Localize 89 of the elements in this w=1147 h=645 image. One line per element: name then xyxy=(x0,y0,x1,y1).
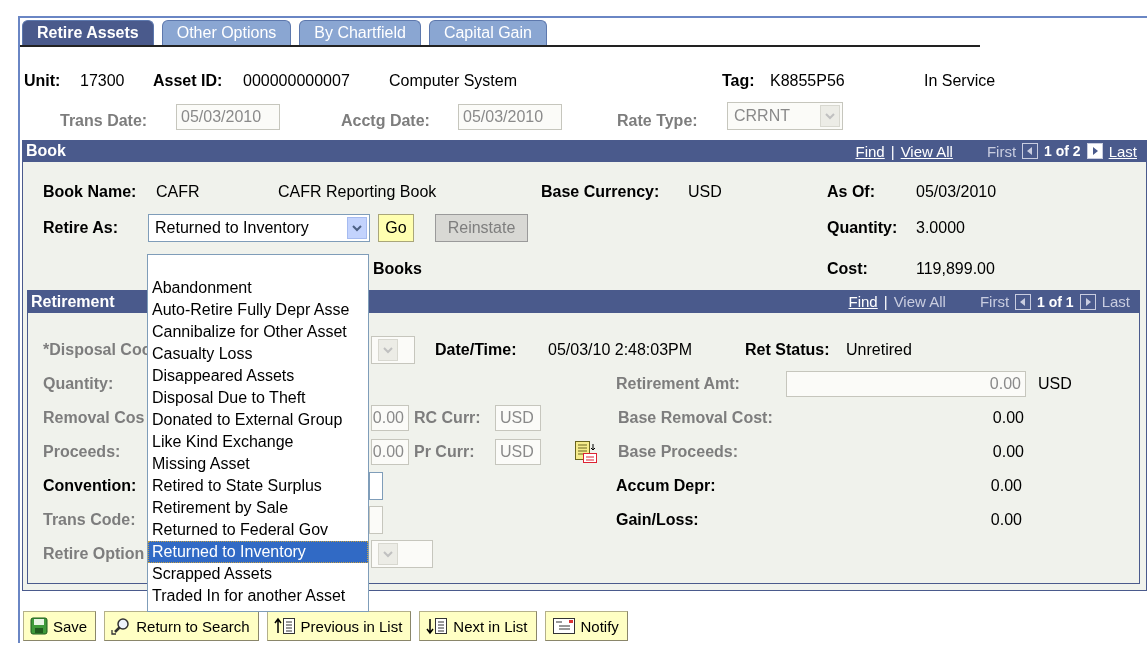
dropdown-option[interactable]: Casualty Loss xyxy=(148,343,368,365)
field-value: 05/03/10 2:48:03PM xyxy=(548,341,694,359)
field-label: Quantity: xyxy=(43,375,114,392)
document-icon[interactable] xyxy=(573,440,599,464)
field-value: 0.00 xyxy=(991,409,1025,427)
field-label: Retire Option xyxy=(43,545,145,562)
field-label: RC Curr: xyxy=(414,409,482,427)
dropdown-option[interactable]: Disposal Due to Theft xyxy=(148,387,368,409)
convention-select[interactable] xyxy=(369,472,383,500)
dropdown-option[interactable]: Retired to State Surplus xyxy=(148,475,368,497)
find-link[interactable]: Find xyxy=(848,293,878,310)
toolbar-button[interactable]: Previous in List xyxy=(266,611,412,641)
tab[interactable]: Retire Assets xyxy=(22,20,154,45)
retire-as-select[interactable]: Returned to Inventory xyxy=(148,214,370,242)
toolbar-button[interactable]: Notify xyxy=(544,611,628,641)
field-value: 119,899.00 xyxy=(916,260,996,278)
separator: | xyxy=(890,142,895,160)
dropdown-option[interactable]: Abandonment xyxy=(148,277,368,299)
page-count: 1 of 1 xyxy=(1037,293,1074,310)
note-icon xyxy=(551,617,576,635)
field-label: Trans Code: xyxy=(43,511,136,528)
field-label: Acctg Date: xyxy=(341,112,431,130)
field-label: Asset ID: xyxy=(153,72,224,90)
dropdown-option[interactable]: Traded In for another Asset xyxy=(148,585,368,607)
field-label: Base Removal Cost: xyxy=(618,409,774,427)
field-value: K8855P56 xyxy=(770,72,846,90)
field-label: Ret Status: xyxy=(745,341,831,359)
separator: | xyxy=(883,293,888,310)
view-all-link[interactable]: View All xyxy=(900,142,953,160)
field-value: Unretired xyxy=(846,341,913,359)
field-label: Convention: xyxy=(43,477,137,494)
field-label: Rate Type: xyxy=(617,112,699,130)
first-link[interactable]: First xyxy=(986,142,1017,160)
currency-code: USD xyxy=(1038,375,1073,393)
field-label: Retirement Amt: xyxy=(616,375,741,393)
field-value: USD xyxy=(688,183,723,201)
section-title: Book xyxy=(26,142,66,160)
book-description: CAFR Reporting Book xyxy=(278,183,438,201)
field-label: Gain/Loss: xyxy=(616,511,700,529)
section-title: Retirement xyxy=(31,292,115,311)
field-label: As Of: xyxy=(827,183,876,201)
dropdown-option[interactable]: Returned to Federal Gov xyxy=(148,519,368,541)
field-label: Book Name: xyxy=(43,183,138,201)
dropdown-option[interactable]: Retirement by Sale xyxy=(148,497,368,519)
field-label: Trans Date: xyxy=(60,112,149,130)
down-arrow-list-icon xyxy=(426,617,449,635)
magnifier-icon xyxy=(111,617,132,635)
field-label: Base Currency: xyxy=(541,183,661,201)
find-link[interactable]: Find xyxy=(855,142,885,160)
field-value: 17300 xyxy=(80,72,126,90)
page-count: 1 of 2 xyxy=(1044,143,1081,159)
asset-description: Computer System xyxy=(389,72,519,90)
last-link[interactable]: Last xyxy=(1101,293,1130,310)
section-label: Books xyxy=(373,260,423,278)
dropdown-option[interactable]: Returned to Inventory xyxy=(148,541,368,563)
field-label: Retire As: xyxy=(43,219,119,237)
view-all-link[interactable]: View All xyxy=(893,293,946,310)
asset-status: In Service xyxy=(924,72,997,90)
field-value: 0.00 xyxy=(989,511,1023,529)
field-label: Accum Depr: xyxy=(616,477,717,495)
field-value: 05/03/2010 xyxy=(916,183,998,201)
field-label: Pr Curr: xyxy=(414,443,476,461)
dropdown-option[interactable]: Cannibalize for Other Asset xyxy=(148,321,368,343)
dropdown-option[interactable]: Auto-Retire Fully Depr Asse xyxy=(148,299,368,321)
field-label: Base Proceeds: xyxy=(618,443,740,461)
field-value: 000000000007 xyxy=(243,72,351,90)
field-label: Cost: xyxy=(827,260,869,278)
go-button[interactable]: Go xyxy=(378,214,414,242)
field-label: Quantity: xyxy=(827,219,899,237)
field-label: Date/Time: xyxy=(435,341,518,359)
last-link[interactable]: Last xyxy=(1108,142,1137,160)
field-label: Proceeds: xyxy=(43,443,121,460)
up-arrow-list-icon xyxy=(273,617,296,635)
field-value: 0.00 xyxy=(989,477,1023,495)
dropdown-option[interactable]: Donated to External Group xyxy=(148,409,368,431)
field-label: Unit: xyxy=(24,72,62,90)
toolbar-button[interactable]: Next in List xyxy=(419,611,537,641)
dropdown-option[interactable]: Like Kind Exchange xyxy=(148,431,368,453)
toolbar-button[interactable]: Return to Search xyxy=(104,611,259,641)
first-link[interactable]: First xyxy=(979,293,1010,310)
field-value: CAFR xyxy=(156,183,201,201)
dropdown-option[interactable]: Scrapped Assets xyxy=(148,563,368,585)
field-value: 0.00 xyxy=(991,443,1025,461)
field-label: Removal Cos xyxy=(43,409,145,426)
field-label: Tag: xyxy=(722,72,756,90)
dropdown-option[interactable]: Missing Asset xyxy=(148,453,368,475)
field-value: 3.0000 xyxy=(916,219,966,237)
toolbar-button[interactable]: Save xyxy=(23,611,97,641)
dropdown-option[interactable]: Disappeared Assets xyxy=(148,365,368,387)
